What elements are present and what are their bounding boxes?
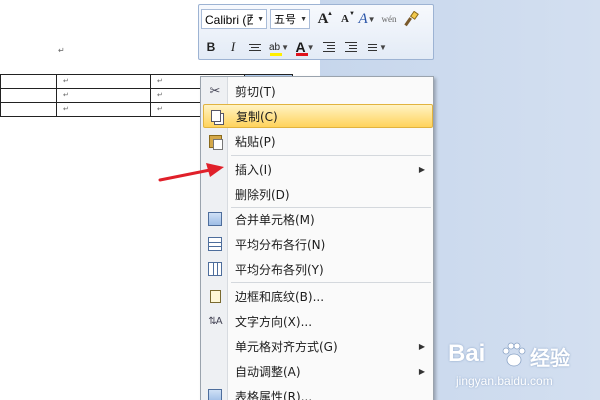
- menu-item-label: 边框和底纹(B)...: [235, 289, 325, 304]
- copy-icon: [204, 104, 228, 128]
- decrease-indent-icon: [323, 40, 335, 54]
- table-cell[interactable]: ↵: [56, 102, 151, 117]
- italic-button[interactable]: I: [223, 37, 243, 57]
- watermark-text: 经验: [530, 346, 570, 370]
- menu-item-insert[interactable]: 插入(I) ▶: [203, 157, 433, 181]
- menu-item-table-properties[interactable]: 表格属性(R)...: [203, 384, 433, 400]
- mini-toolbar-row-1: Calibri (西 ▼ 五号 ▼ A ▲ A ▼ A ▼ wén: [201, 7, 423, 31]
- bullets-button[interactable]: ▼: [363, 37, 389, 57]
- highlight-button[interactable]: ab ▼: [267, 37, 291, 57]
- table-cell[interactable]: ↵: [56, 88, 151, 103]
- menu-item-label: 平均分布各行(N): [235, 237, 326, 252]
- table-cell[interactable]: ↵: [56, 74, 151, 89]
- bold-button[interactable]: B: [201, 37, 221, 57]
- table-cell[interactable]: [0, 88, 57, 103]
- menu-item-label: 剪切(T): [235, 84, 276, 99]
- menu-item-label: 合并单元格(M): [235, 212, 315, 227]
- menu-item-label: 表格属性(R)...: [235, 389, 313, 400]
- menu-item-label: 粘贴(P): [235, 134, 276, 149]
- increase-indent-button[interactable]: [341, 37, 361, 57]
- menu-item-autofit[interactable]: 自动调整(A) ▶: [203, 359, 433, 383]
- menu-item-label: 自动调整(A): [235, 364, 301, 379]
- watermark-url: jingyan.baidu.com: [456, 374, 553, 388]
- merge-cells-icon: [203, 207, 227, 231]
- menu-separator: [231, 282, 431, 283]
- menu-separator: [231, 155, 431, 156]
- font-name-combo[interactable]: Calibri (西 ▼: [201, 9, 267, 29]
- decrease-indent-button[interactable]: [319, 37, 339, 57]
- menu-item-cell-alignment[interactable]: 单元格对齐方式(G) ▶: [203, 334, 433, 358]
- menu-item-cut[interactable]: ✂ 剪切(T): [203, 79, 433, 103]
- font-name-value: Calibri (西: [205, 12, 254, 27]
- annotation-arrow-icon: [158, 163, 224, 182]
- menu-item-label: 复制(C): [236, 109, 278, 124]
- shrink-font-button[interactable]: A ▼: [335, 9, 355, 29]
- font-size-value: 五号: [274, 13, 296, 26]
- submenu-arrow-icon: ▶: [418, 341, 425, 351]
- phonetic-guide-icon: wén: [381, 14, 397, 24]
- chevron-down-icon[interactable]: ▼: [255, 16, 266, 23]
- styles-button[interactable]: A ▼: [357, 9, 377, 29]
- shrink-font-icon: A: [341, 13, 349, 25]
- paste-icon: [203, 129, 227, 153]
- center-align-icon: [249, 42, 261, 53]
- table-cell[interactable]: [0, 102, 57, 117]
- table-cell[interactable]: [0, 74, 57, 89]
- phonetic-guide-button[interactable]: wén: [379, 9, 399, 29]
- highlight-color-bar: [270, 53, 282, 56]
- increase-indent-icon: [345, 40, 357, 54]
- menu-item-borders-shading[interactable]: 边框和底纹(B)...: [203, 284, 433, 308]
- menu-item-paste[interactable]: 粘贴(P): [203, 129, 433, 153]
- menu-item-label: 插入(I): [235, 162, 272, 177]
- menu-item-label: 文字方向(X)...: [235, 314, 313, 329]
- font-color-bar: [296, 53, 308, 56]
- paw-logo-icon: [502, 342, 526, 367]
- scissors-icon: ✂: [209, 83, 221, 99]
- submenu-arrow-icon: ▶: [418, 366, 425, 376]
- menu-item-copy[interactable]: 复制(C): [203, 104, 433, 128]
- baidu-watermark: Bai 经验 jingyan.baidu.com: [448, 340, 598, 398]
- menu-item-distribute-rows[interactable]: 平均分布各行(N): [203, 232, 433, 256]
- bullets-icon: [365, 42, 378, 53]
- borders-icon: [203, 284, 227, 308]
- watermark-brand: Bai: [448, 340, 486, 367]
- menu-item-label: 单元格对齐方式(G): [235, 339, 338, 354]
- format-painter-button[interactable]: [401, 9, 421, 29]
- styles-icon: A: [358, 10, 368, 27]
- paragraph-mark: ↵: [58, 46, 65, 55]
- font-color-button[interactable]: A ▼: [293, 37, 317, 57]
- submenu-arrow-icon: ▶: [418, 164, 425, 174]
- format-painter-icon: [404, 11, 419, 27]
- distribute-columns-icon: [203, 257, 227, 281]
- menu-item-label: 平均分布各列(Y): [235, 262, 324, 277]
- grow-font-button[interactable]: A ▲: [313, 9, 333, 29]
- distribute-rows-icon: [203, 232, 227, 256]
- menu-item-merge-cells[interactable]: 合并单元格(M): [203, 207, 433, 231]
- text-direction-icon: ⇅A: [208, 315, 222, 327]
- context-menu: ✂ 剪切(T) 复制(C) 粘贴(P) 插入(I) ▶ 删除列(D) 合并单元格…: [200, 76, 434, 400]
- table-properties-icon: [203, 384, 227, 400]
- menu-item-text-direction[interactable]: ⇅A 文字方向(X)...: [203, 309, 433, 333]
- mini-toolbar-row-2: B I ab ▼ A ▼ ▼: [201, 35, 391, 59]
- menu-item-delete-column[interactable]: 删除列(D): [203, 182, 433, 206]
- center-align-button[interactable]: [245, 37, 265, 57]
- highlight-icon: ab: [268, 41, 281, 53]
- font-size-combo[interactable]: 五号 ▼: [270, 9, 310, 29]
- chevron-down-icon[interactable]: ▼: [298, 16, 309, 23]
- menu-item-label: 删除列(D): [235, 187, 290, 202]
- menu-item-distribute-columns[interactable]: 平均分布各列(Y): [203, 257, 433, 281]
- mini-toolbar: Calibri (西 ▼ 五号 ▼ A ▲ A ▼ A ▼ wén B I ab…: [198, 4, 434, 60]
